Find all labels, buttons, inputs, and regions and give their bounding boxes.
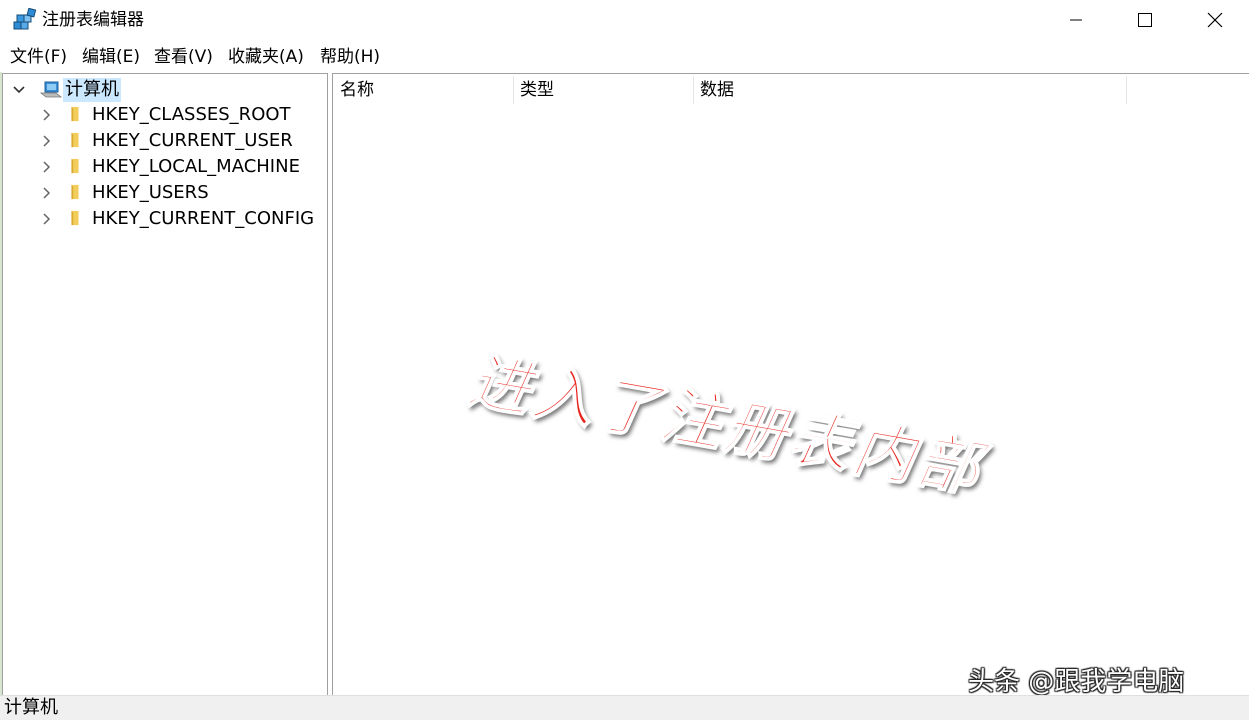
minimize-button[interactable] bbox=[1041, 0, 1111, 40]
menu-view[interactable]: 查看(V) bbox=[154, 46, 213, 68]
tree-item-hku[interactable]: HKEY_USERS bbox=[3, 181, 325, 205]
menu-edit[interactable]: 编辑(E) bbox=[82, 46, 140, 68]
tree-label-key: HKEY_USERS bbox=[92, 182, 209, 203]
folder-icon bbox=[71, 106, 79, 122]
maximize-icon bbox=[1138, 13, 1152, 27]
minimize-icon bbox=[1070, 19, 1082, 21]
tree-item-hklm[interactable]: HKEY_LOCAL_MACHINE bbox=[3, 155, 325, 179]
maximize-button[interactable] bbox=[1110, 0, 1180, 40]
column-divider[interactable] bbox=[1126, 76, 1127, 104]
tree-label-key: HKEY_CURRENT_USER bbox=[92, 130, 293, 151]
folder-icon bbox=[71, 158, 79, 174]
status-bar: 计算机 bbox=[0, 695, 1249, 720]
chevron-right-icon[interactable] bbox=[41, 155, 53, 179]
folder-icon bbox=[71, 210, 79, 226]
menu-bar: 文件(F) 编辑(E) 查看(V) 收藏夹(A) 帮助(H) bbox=[0, 42, 1249, 72]
menu-file[interactable]: 文件(F) bbox=[10, 46, 67, 68]
close-button[interactable] bbox=[1180, 0, 1249, 40]
tree-item-hkcc[interactable]: HKEY_CURRENT_CONFIG bbox=[3, 207, 325, 231]
menu-favorites[interactable]: 收藏夹(A) bbox=[228, 46, 304, 68]
title-bar: 注册表编辑器 bbox=[0, 0, 1249, 40]
folder-icon bbox=[71, 132, 79, 148]
column-header-type[interactable]: 类型 bbox=[513, 74, 693, 106]
column-header-name[interactable]: 名称 bbox=[333, 74, 513, 106]
tree-label-key: HKEY_CURRENT_CONFIG bbox=[92, 208, 315, 229]
folder-icon bbox=[71, 184, 79, 200]
chevron-right-icon[interactable] bbox=[41, 103, 53, 127]
chevron-down-icon[interactable] bbox=[13, 78, 25, 102]
chevron-right-icon[interactable] bbox=[41, 207, 53, 231]
tree-item-computer[interactable]: 计算机 bbox=[3, 78, 325, 102]
key-tree-pane[interactable]: 计算机 HKEY_CLASSES_ROOT HKEY_CURRENT_USER … bbox=[2, 73, 328, 696]
watermark: 头条 @跟我学电脑 bbox=[968, 667, 1185, 697]
tree-label-key: HKEY_LOCAL_MACHINE bbox=[92, 156, 300, 177]
close-icon bbox=[1207, 12, 1223, 28]
window-title: 注册表编辑器 bbox=[42, 10, 144, 30]
chevron-right-icon[interactable] bbox=[41, 181, 53, 205]
column-header-data[interactable]: 数据 bbox=[693, 74, 1126, 106]
computer-icon bbox=[40, 81, 62, 98]
chevron-right-icon[interactable] bbox=[41, 129, 53, 153]
tree-label-key: HKEY_CLASSES_ROOT bbox=[92, 104, 291, 125]
tree-label-computer: 计算机 bbox=[63, 78, 121, 102]
registry-editor-icon bbox=[13, 8, 37, 30]
status-path: 计算机 bbox=[4, 697, 58, 718]
menu-help[interactable]: 帮助(H) bbox=[320, 46, 380, 68]
tree-item-hkcr[interactable]: HKEY_CLASSES_ROOT bbox=[3, 103, 325, 127]
tree-item-hkcu[interactable]: HKEY_CURRENT_USER bbox=[3, 129, 325, 153]
